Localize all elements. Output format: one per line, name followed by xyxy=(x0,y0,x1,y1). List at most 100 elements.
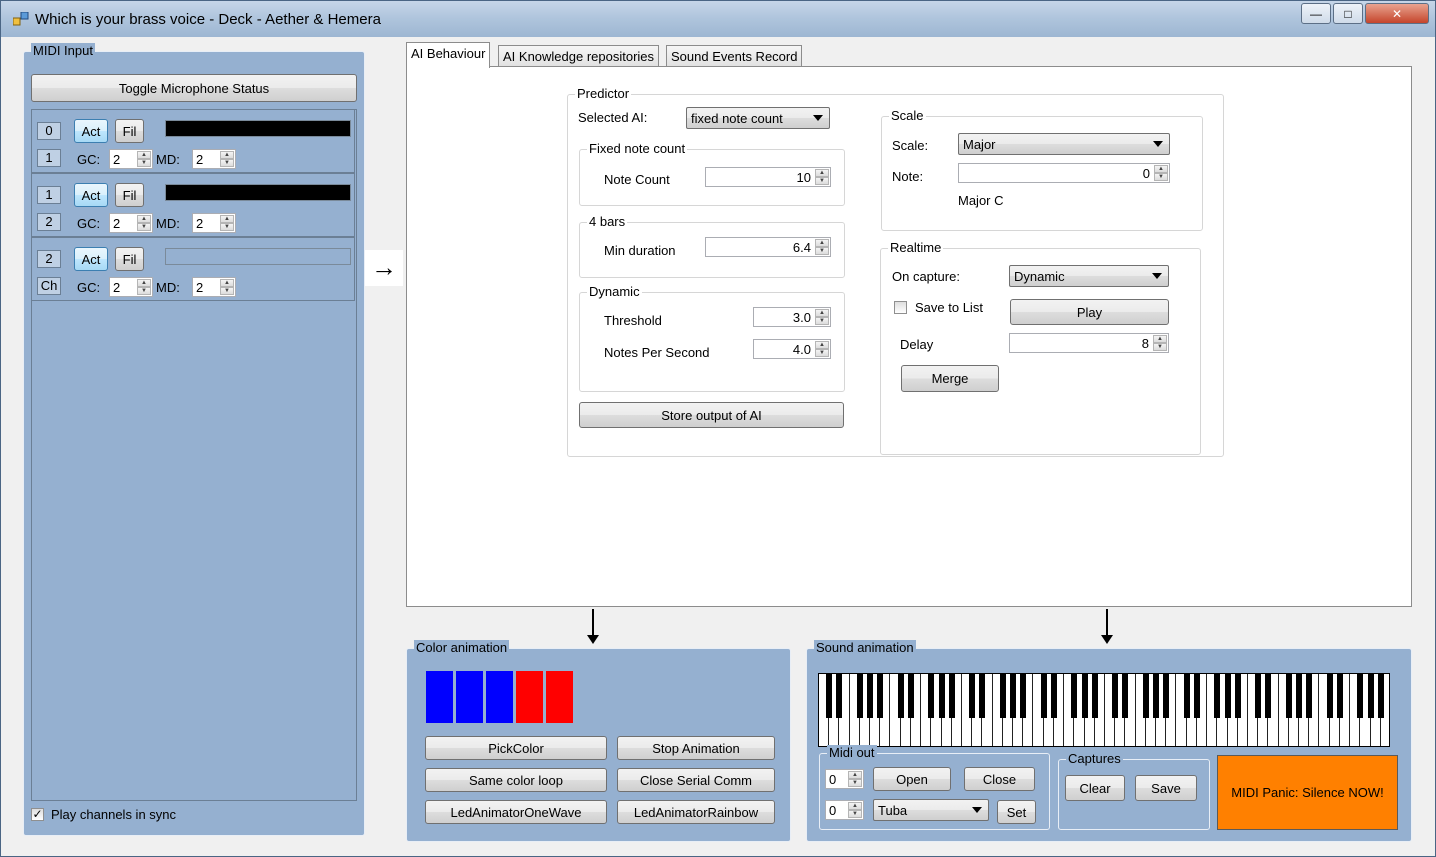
piano-black-key[interactable] xyxy=(1040,674,1047,718)
close-serial-comm-button[interactable]: Close Serial Comm xyxy=(617,768,775,792)
spin-arrows-icon[interactable]: ▲ ▼ xyxy=(815,239,829,255)
toggle-microphone-button[interactable]: Toggle Microphone Status xyxy=(31,74,357,102)
gc-stepper[interactable]: 2 ▲ ▼ xyxy=(109,277,153,297)
color-swatch[interactable] xyxy=(426,671,453,723)
piano-black-key[interactable] xyxy=(1163,674,1170,718)
spin-arrows-icon[interactable]: ▲ ▼ xyxy=(137,279,151,295)
piano-black-key[interactable] xyxy=(979,674,986,718)
piano-black-key[interactable] xyxy=(1224,674,1231,718)
close-window-button[interactable]: ✕ xyxy=(1365,3,1429,24)
piano-black-key[interactable] xyxy=(1255,674,1262,718)
color-swatch[interactable] xyxy=(516,671,543,723)
spin-arrows-icon[interactable]: ▲ ▼ xyxy=(220,151,234,167)
act-button[interactable]: Act xyxy=(74,183,108,207)
instrument-number-stepper[interactable]: 0 ▲ ▼ xyxy=(825,800,864,820)
fil-button[interactable]: Fil xyxy=(115,247,144,271)
same-color-loop-button[interactable]: Same color loop xyxy=(425,768,607,792)
save-to-list-checkbox[interactable] xyxy=(894,301,907,314)
merge-button[interactable]: Merge xyxy=(901,365,999,392)
stop-animation-button[interactable]: Stop Animation xyxy=(617,736,775,760)
note-stepper[interactable]: 0 ▲ ▼ xyxy=(958,163,1170,183)
tab-ai-behaviour[interactable]: AI Behaviour xyxy=(406,42,491,68)
piano-black-key[interactable] xyxy=(826,674,833,718)
piano-black-key[interactable] xyxy=(1377,674,1384,718)
piano-black-key[interactable] xyxy=(1081,674,1088,718)
scale-dropdown[interactable]: Major xyxy=(958,133,1170,155)
selected-ai-dropdown[interactable]: fixed note count xyxy=(686,107,830,129)
spin-arrows-icon[interactable]: ▲ ▼ xyxy=(137,151,151,167)
midi-panic-button[interactable]: MIDI Panic: Silence NOW! xyxy=(1217,755,1398,830)
piano-black-key[interactable] xyxy=(1153,674,1160,718)
open-button[interactable]: Open xyxy=(873,767,951,791)
spin-arrows-icon[interactable]: ▲ ▼ xyxy=(815,169,829,185)
piano-black-key[interactable] xyxy=(1112,674,1119,718)
piano-black-key[interactable] xyxy=(836,674,843,718)
pick-color-button[interactable]: PickColor xyxy=(425,736,607,760)
piano-black-key[interactable] xyxy=(856,674,863,718)
piano-black-key[interactable] xyxy=(1234,674,1241,718)
piano-black-key[interactable] xyxy=(1326,674,1333,718)
piano-black-key[interactable] xyxy=(999,674,1006,718)
spin-arrows-icon[interactable]: ▲ ▼ xyxy=(848,802,862,818)
store-output-button[interactable]: Store output of AI xyxy=(579,402,844,428)
save-button[interactable]: Save xyxy=(1135,775,1197,801)
play-sync-checkbox[interactable]: ✓ xyxy=(31,808,44,821)
piano-black-key[interactable] xyxy=(969,674,976,718)
md-stepper[interactable]: 2 ▲ ▼ xyxy=(192,149,236,169)
close-button[interactable]: Close xyxy=(964,767,1035,791)
maximize-button[interactable]: □ xyxy=(1333,3,1363,24)
gc-stepper[interactable]: 2 ▲ ▼ xyxy=(109,149,153,169)
piano-black-key[interactable] xyxy=(1183,674,1190,718)
play-button[interactable]: Play xyxy=(1010,299,1169,325)
tab-sound-events-record[interactable]: Sound Events Record xyxy=(666,45,803,67)
piano-black-key[interactable] xyxy=(867,674,874,718)
instrument-dropdown[interactable]: Tuba xyxy=(873,799,989,821)
spin-arrows-icon[interactable]: ▲ ▼ xyxy=(220,279,234,295)
piano-black-key[interactable] xyxy=(1010,674,1017,718)
fil-button[interactable]: Fil xyxy=(115,183,144,207)
piano-black-key[interactable] xyxy=(1193,674,1200,718)
fil-button[interactable]: Fil xyxy=(115,119,144,143)
spin-arrows-icon[interactable]: ▲ ▼ xyxy=(848,771,862,787)
piano-black-key[interactable] xyxy=(1357,674,1364,718)
min-duration-stepper[interactable]: 6.4 ▲ ▼ xyxy=(705,237,831,257)
spin-arrows-icon[interactable]: ▲ ▼ xyxy=(1153,335,1167,351)
minimize-button[interactable]: — xyxy=(1301,3,1331,24)
set-button[interactable]: Set xyxy=(997,800,1036,824)
led-animator-rainbow-button[interactable]: LedAnimatorRainbow xyxy=(617,800,775,824)
piano-black-key[interactable] xyxy=(928,674,935,718)
note-count-stepper[interactable]: 10 ▲ ▼ xyxy=(705,167,831,187)
piano-black-key[interactable] xyxy=(877,674,884,718)
spin-arrows-icon[interactable]: ▲ ▼ xyxy=(1154,165,1168,181)
piano-black-key[interactable] xyxy=(1336,674,1343,718)
piano-black-key[interactable] xyxy=(1367,674,1374,718)
color-swatch[interactable] xyxy=(486,671,513,723)
tab-ai-knowledge-repositories[interactable]: AI Knowledge repositories xyxy=(498,45,660,67)
spin-arrows-icon[interactable]: ▲ ▼ xyxy=(137,215,151,231)
gc-stepper[interactable]: 2 ▲ ▼ xyxy=(109,213,153,233)
delay-stepper[interactable]: 8 ▲ ▼ xyxy=(1009,333,1169,353)
piano-black-key[interactable] xyxy=(1306,674,1313,718)
led-animator-one-wave-button[interactable]: LedAnimatorOneWave xyxy=(425,800,607,824)
piano-black-key[interactable] xyxy=(1142,674,1149,718)
spin-arrows-icon[interactable]: ▲ ▼ xyxy=(815,341,829,357)
piano-black-key[interactable] xyxy=(948,674,955,718)
piano-black-key[interactable] xyxy=(1020,674,1027,718)
on-capture-dropdown[interactable]: Dynamic xyxy=(1009,265,1169,287)
color-swatch[interactable] xyxy=(456,671,483,723)
clear-button[interactable]: Clear xyxy=(1065,775,1125,801)
spin-arrows-icon[interactable]: ▲ ▼ xyxy=(220,215,234,231)
md-stepper[interactable]: 2 ▲ ▼ xyxy=(192,277,236,297)
piano-black-key[interactable] xyxy=(1050,674,1057,718)
color-swatch[interactable] xyxy=(546,671,573,723)
piano-black-key[interactable] xyxy=(1214,674,1221,718)
notes-per-second-stepper[interactable]: 4.0 ▲ ▼ xyxy=(753,339,831,359)
spin-arrows-icon[interactable]: ▲ ▼ xyxy=(815,309,829,325)
piano-black-key[interactable] xyxy=(897,674,904,718)
act-button[interactable]: Act xyxy=(74,247,108,271)
piano-black-key[interactable] xyxy=(907,674,914,718)
piano-black-key[interactable] xyxy=(1296,674,1303,718)
piano-black-key[interactable] xyxy=(1071,674,1078,718)
midi-port-stepper[interactable]: 0 ▲ ▼ xyxy=(825,769,864,789)
piano-keyboard[interactable] xyxy=(818,673,1390,747)
